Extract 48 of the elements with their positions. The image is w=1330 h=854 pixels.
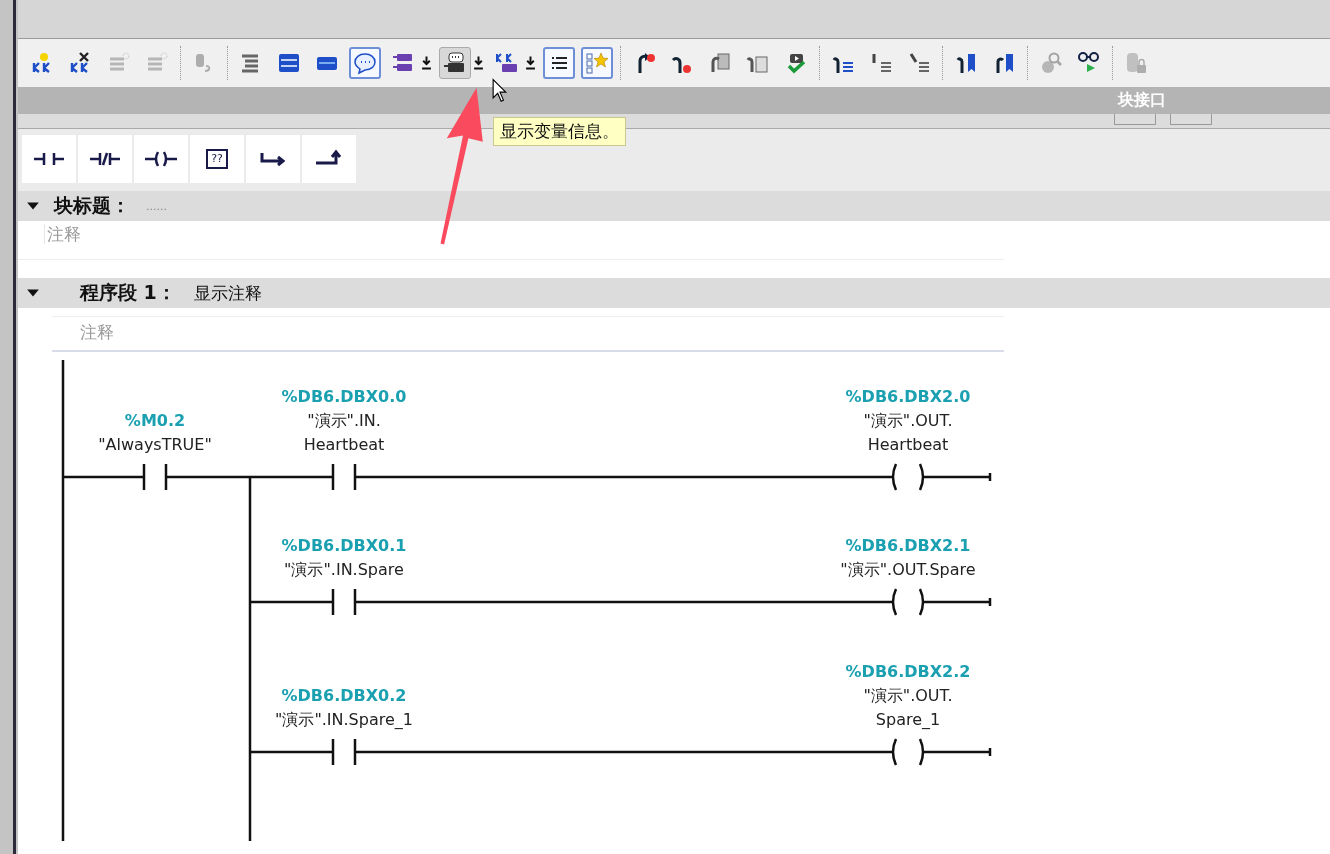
variable-info-icon (443, 51, 467, 75)
lines-icon (907, 51, 931, 75)
list-button[interactable] (543, 47, 575, 79)
contact-symbol (331, 739, 357, 765)
magnifier-icon (1039, 51, 1063, 75)
operand-symbol[interactable]: "演示".IN. (307, 409, 381, 433)
operand-symbol[interactable]: "演示".OUT.Spare (840, 558, 976, 582)
dropdown-arrow-icon[interactable] (525, 55, 536, 71)
close-branch-button[interactable] (302, 135, 356, 183)
database-lock-icon (1124, 51, 1148, 75)
operand-symbol[interactable]: "演示".OUT. (863, 409, 953, 433)
star-list-button[interactable] (581, 47, 613, 79)
interface-title: 块接口 (1118, 90, 1166, 111)
network-title[interactable]: 显示注释 (193, 281, 262, 305)
tooltip: 显示变量信息。 (493, 117, 626, 146)
open-branch-button[interactable] (246, 135, 300, 183)
cursor-icon (492, 78, 508, 104)
network-label: 程序段 1： (80, 280, 176, 305)
coil-symbol (891, 737, 925, 767)
coil-symbol (891, 462, 925, 492)
contact-symbol (331, 589, 357, 615)
box-instruction-button[interactable]: ?? (190, 135, 244, 183)
variable-info-button[interactable] (439, 47, 471, 79)
bookmark-icon (954, 51, 978, 75)
operand-symbol[interactable]: Heartbeat (867, 433, 949, 457)
coil-icon (144, 149, 178, 169)
glasses-icon (1077, 51, 1101, 75)
contact-symbol (142, 464, 168, 490)
operand-symbol[interactable]: "演示".IN.Spare_1 (275, 708, 413, 732)
operand-symbol[interactable]: "演示".IN.Spare (284, 558, 404, 582)
dropdown-arrow-icon[interactable] (421, 55, 432, 71)
block-title-label: 块标题： (54, 193, 130, 218)
negated-contact-button[interactable] (78, 135, 132, 183)
comment-icon (353, 51, 377, 75)
operand-symbol[interactable]: "演示".OUT. (863, 684, 953, 708)
panel-icon (277, 51, 301, 75)
contact-button[interactable] (22, 135, 76, 183)
operand-symbol[interactable]: Spare_1 (875, 708, 941, 732)
contact-symbol (331, 464, 357, 490)
tag-icon (495, 51, 519, 75)
comment-button[interactable] (349, 47, 381, 79)
coil-symbol (891, 587, 925, 617)
coil-button[interactable] (134, 135, 188, 183)
box-icon: ?? (206, 149, 228, 169)
dropdown-arrow-icon[interactable] (473, 55, 484, 71)
star-list-icon (585, 51, 609, 75)
operand-symbol[interactable]: "AlwaysTRUE" (98, 433, 212, 457)
operand-symbol[interactable]: Heartbeat (303, 433, 385, 457)
